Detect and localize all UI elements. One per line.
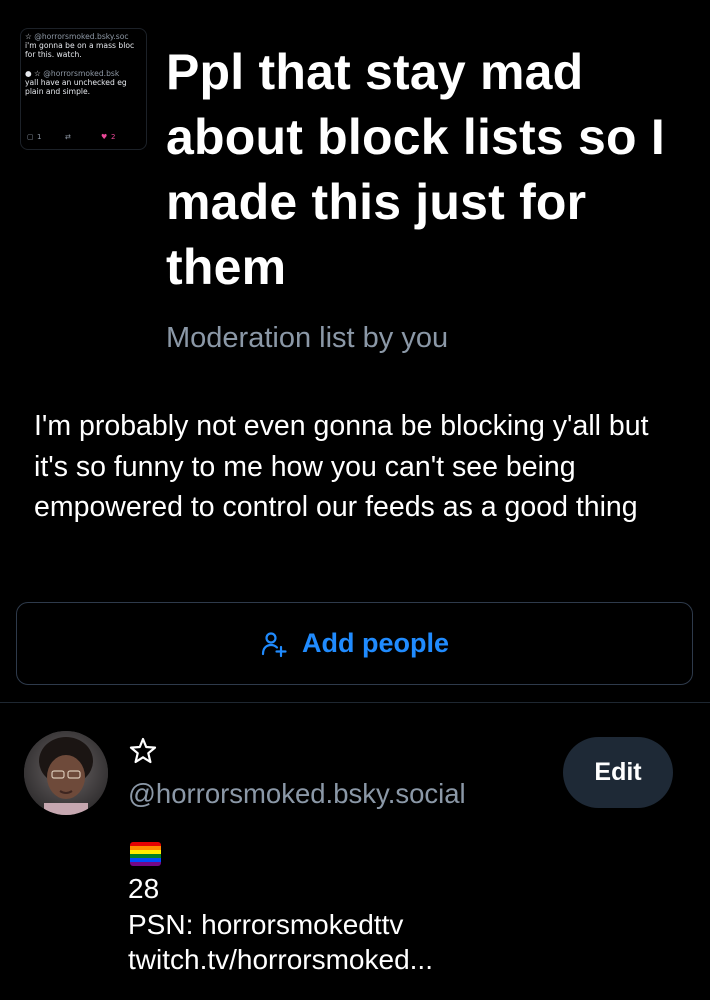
person-plus-icon (260, 630, 288, 658)
thumbnail-post-1-text-1: i'm gonna be on a mass bloc (25, 41, 135, 50)
reply-icon: ▢ (27, 133, 34, 141)
rainbow-flag-icon (130, 842, 161, 866)
thumbnail-post-2-text-1: yall have an unchecked eg (25, 78, 127, 87)
like-count: 2 (111, 133, 116, 141)
bio-line-age: 28 (128, 873, 160, 904)
star-small-icon: ☆ (34, 69, 44, 78)
member-handle[interactable]: @horrorsmoked.bsky.social (128, 776, 466, 812)
repost-icon: ⇄ (65, 133, 71, 141)
thumbnail-post-1-handle: @horrorsmoked.bsky.soc (34, 32, 129, 41)
bio-line-psn: PSN: horrorsmokedttv (128, 908, 404, 940)
member-bio: 28 PSN: horrorsmokedttv twitch.tv/horror… (128, 871, 433, 978)
section-divider (0, 702, 710, 703)
thumbnail-post-2-handle: @horrorsmoked.bsk (43, 69, 120, 78)
thumbnail-post-2-header: ● ☆ @horrorsmoked.bsk (25, 69, 142, 78)
list-owner-meta: Moderation list by you (166, 322, 449, 354)
list-description: I'm probably not even gonna be blocking … (34, 410, 649, 523)
add-people-button[interactable]: Add people (16, 602, 693, 685)
edit-button[interactable]: Edit (563, 737, 673, 808)
star-small-icon: ☆ (25, 32, 35, 41)
bio-line-twitch: twitch.tv/horrorsmoked... (128, 944, 433, 975)
mini-avatar-icon: ● (25, 69, 35, 78)
star-outline-icon (128, 736, 158, 766)
thumbnail-post-2-text-2: plain and simple. (25, 87, 91, 96)
avatar[interactable] (24, 731, 108, 815)
add-people-label: Add people (302, 628, 449, 658)
heart-icon: ♥ (101, 133, 108, 141)
thumbnail-post-1-text-2: for this. watch. (25, 50, 82, 59)
thumbnail-post-1-header: ☆ @horrorsmoked.bsky.soc (25, 32, 142, 41)
list-avatar-thumbnail[interactable]: ☆ @horrorsmoked.bsky.soc i'm gonna be on… (20, 28, 147, 150)
thumbnail-post-actions: ▢ 1 ⇄ ♥ 2 (27, 133, 146, 143)
list-title: Ppl that stay mad about block lists so I… (166, 44, 665, 295)
reply-count: 1 (37, 133, 42, 141)
